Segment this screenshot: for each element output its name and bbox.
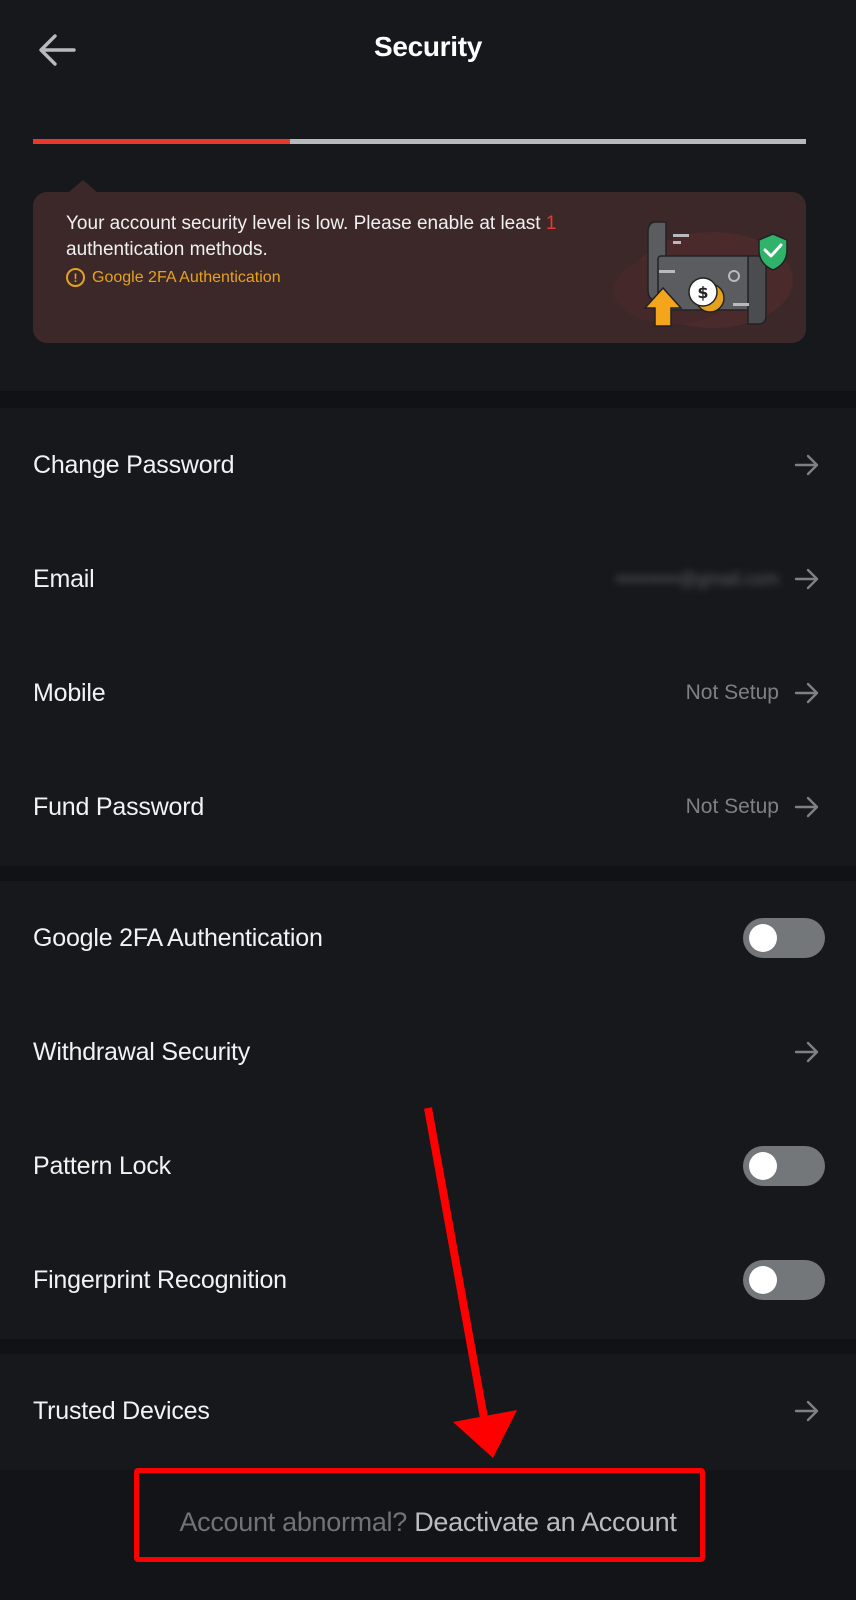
row-label: Google 2FA Authentication (33, 923, 323, 952)
page-title: Security (373, 31, 483, 62)
row-label: Fund Password (33, 792, 205, 821)
arrow-right-icon (793, 1038, 821, 1066)
email-row[interactable]: Email ••••••••••@gmail.com (0, 522, 856, 636)
mobile-status: Not Setup (685, 681, 779, 704)
change-password-row[interactable]: Change Password (0, 408, 856, 522)
alert-message-suffix: authentication methods. (66, 239, 268, 260)
verification-section: Google 2FA Authentication Withdrawal Sec… (0, 881, 856, 1337)
email-value-blurred: ••••••••••@gmail.com (615, 568, 779, 589)
mobile-row[interactable]: Mobile Not Setup (0, 636, 856, 750)
fund-password-status: Not Setup (685, 795, 779, 818)
alert-message: Your account security level is low. Plea… (66, 211, 626, 263)
pattern-lock-row: Pattern Lock (0, 1109, 856, 1223)
row-label: Email (33, 564, 95, 593)
section-divider (0, 391, 856, 408)
security-alert-card: Your account security level is low. Plea… (33, 180, 806, 343)
footer: Account abnormal? Deactivate an Account (0, 1470, 856, 1600)
row-label: Change Password (33, 450, 235, 479)
alert-message-prefix: Your account security level is low. Plea… (66, 213, 546, 234)
row-label: Trusted Devices (33, 1396, 210, 1425)
row-label: Withdrawal Security (33, 1037, 251, 1066)
withdrawal-security-row[interactable]: Withdrawal Security (0, 995, 856, 1109)
devices-section: Trusted Devices (0, 1354, 856, 1468)
row-label: Pattern Lock (33, 1151, 171, 1180)
fingerprint-row: Fingerprint Recognition (0, 1223, 856, 1337)
arrow-right-icon (793, 451, 821, 479)
alert-link-label: Google 2FA Authentication (92, 268, 281, 286)
trusted-devices-row[interactable]: Trusted Devices (0, 1354, 856, 1468)
toggle-knob (749, 1152, 777, 1180)
arrow-right-icon (793, 565, 821, 593)
svg-text:$: $ (697, 283, 708, 302)
deactivate-account-link[interactable]: Deactivate an Account (414, 1507, 677, 1537)
fingerprint-toggle[interactable] (743, 1260, 825, 1300)
toggle-knob (749, 1266, 777, 1294)
arrow-right-icon (793, 679, 821, 707)
alert-pointer (69, 180, 97, 192)
fund-password-row[interactable]: Fund Password Not Setup (0, 750, 856, 864)
row-label: Fingerprint Recognition (33, 1265, 287, 1294)
arrow-right-icon (793, 1397, 821, 1425)
pattern-lock-toggle[interactable] (743, 1146, 825, 1186)
google-2fa-toggle[interactable] (743, 918, 825, 958)
security-level-bar (33, 139, 806, 144)
header: Security (0, 0, 856, 100)
google-2fa-row: Google 2FA Authentication (0, 881, 856, 995)
arrow-right-icon (793, 793, 821, 821)
footer-text: Account abnormal? Deactivate an Account (0, 1507, 856, 1538)
google-2fa-alert-link[interactable]: ! Google 2FA Authentication (66, 268, 281, 287)
account-abnormal-question: Account abnormal? (179, 1507, 407, 1537)
account-credentials-section: Change Password Email ••••••••••@gmail.c… (0, 408, 856, 864)
alert-required-count: 1 (545, 213, 557, 234)
warning-circle-icon: ! (66, 268, 85, 287)
security-level-fill (33, 139, 291, 144)
toggle-knob (749, 924, 777, 952)
wallet-shield-illustration: $ (613, 221, 793, 328)
row-label: Mobile (33, 678, 106, 707)
